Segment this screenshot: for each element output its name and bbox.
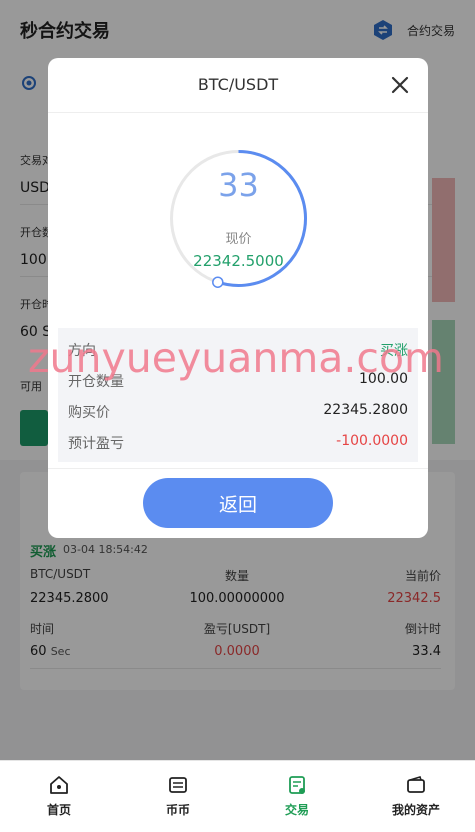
tab-home-label: 首页 [46, 803, 71, 817]
buy-price-value: 22345.2800 [323, 402, 408, 418]
buy-price-label: 购买价 [68, 405, 110, 421]
modal-title: BTC/USDT [197, 75, 279, 94]
expected-pnl-value: -100.0000 [336, 433, 408, 449]
wallet-icon [407, 776, 425, 793]
tab-home[interactable]: 首页 [0, 761, 118, 832]
exchange-icon [169, 777, 187, 793]
bottom-tab-bar: 首页 币币 交易 我的资产 [0, 760, 475, 832]
tab-exchange[interactable]: 币币 [119, 761, 237, 832]
tab-trade-label: 交易 [284, 803, 309, 817]
modal-divider [48, 468, 428, 469]
watermark-text: zunyueyuanma.com [28, 334, 444, 382]
current-price-value: 22342.5000 [193, 252, 284, 270]
tab-exchange-label: 币币 [165, 803, 190, 817]
expected-pnl-label: 预计盈亏 [68, 436, 124, 452]
home-icon [50, 776, 68, 794]
tab-trade[interactable]: 交易 [238, 761, 356, 832]
tab-assets-label: 我的资产 [391, 803, 440, 817]
close-icon[interactable] [390, 75, 410, 95]
order-modal: BTC/USDT 33 现价 22342.5000 方向 买涨 开仓数量 100… [48, 58, 428, 538]
tab-assets[interactable]: 我的资产 [357, 761, 475, 832]
back-button[interactable]: 返回 [143, 478, 333, 528]
trade-icon [289, 776, 305, 794]
current-price-label: 现价 [225, 232, 252, 247]
modal-divider [48, 112, 428, 113]
countdown-number: 33 [218, 166, 259, 204]
countdown-knob [212, 276, 224, 288]
